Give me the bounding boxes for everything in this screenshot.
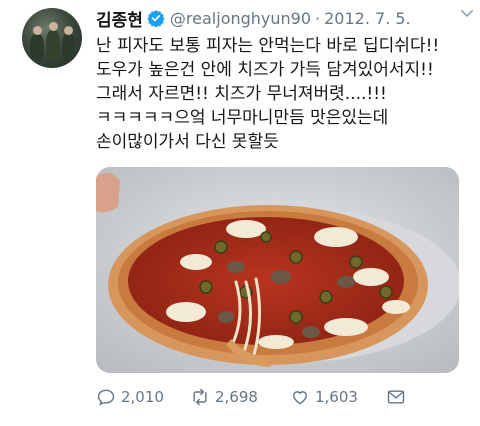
tweet-actions: 2,010 2,698 1,603 xyxy=(96,384,466,410)
like-count: 1,603 xyxy=(315,388,358,406)
tweet-text-line: 손이많이가서 다신 못할듯 xyxy=(96,132,279,152)
retweet-icon xyxy=(193,388,207,406)
avatar[interactable] xyxy=(22,8,82,68)
reply-icon xyxy=(97,389,115,406)
tweet-text-line: 난 피자도 보통 피자는 안먹는다 바로 딥디쉬다!! xyxy=(96,36,440,56)
tweet-text: 난 피자도 보통 피자는 안먹는다 바로 딥디쉬다!! 도우가 높은건 안에 치… xyxy=(96,34,472,154)
tweet-date[interactable]: 2012. 7. 5. xyxy=(324,9,411,28)
chevron-down-icon[interactable] xyxy=(458,4,476,22)
reply-button[interactable]: 2,010 xyxy=(96,384,164,410)
retweet-button[interactable]: 2,698 xyxy=(190,384,258,410)
direct-message-icon xyxy=(387,390,405,404)
tweet-text-line: 그래서 자르면!! 치즈가 무너져버렷....!!! xyxy=(96,84,387,104)
tweet-media-photo[interactable] xyxy=(96,167,459,373)
tweet-text-line: ㅋㅋㅋㅋㅋ으엌 너무마니만듬 맛은있는데 xyxy=(96,108,389,128)
tweet-header: 김종현 @realjonghyun90 · 2012. 7. 5. xyxy=(96,6,470,31)
separator-dot: · xyxy=(315,8,321,28)
retweet-count: 2,698 xyxy=(215,388,258,406)
pizza-photo xyxy=(96,167,459,373)
reply-count: 2,010 xyxy=(121,388,164,406)
author-handle[interactable]: @realjonghyun90 xyxy=(170,9,311,28)
tweet-text-line: 도우가 높은건 안에 치즈가 가득 담겨있어서지!! xyxy=(96,60,434,80)
direct-message-button[interactable] xyxy=(386,384,406,410)
author-name[interactable]: 김종현 xyxy=(96,6,143,31)
heart-icon xyxy=(293,391,307,405)
verified-badge-icon xyxy=(147,10,165,27)
like-button[interactable]: 1,603 xyxy=(290,384,358,410)
tweet[interactable]: 김종현 @realjonghyun90 · 2012. 7. 5. 난 피자도 … xyxy=(0,0,480,426)
